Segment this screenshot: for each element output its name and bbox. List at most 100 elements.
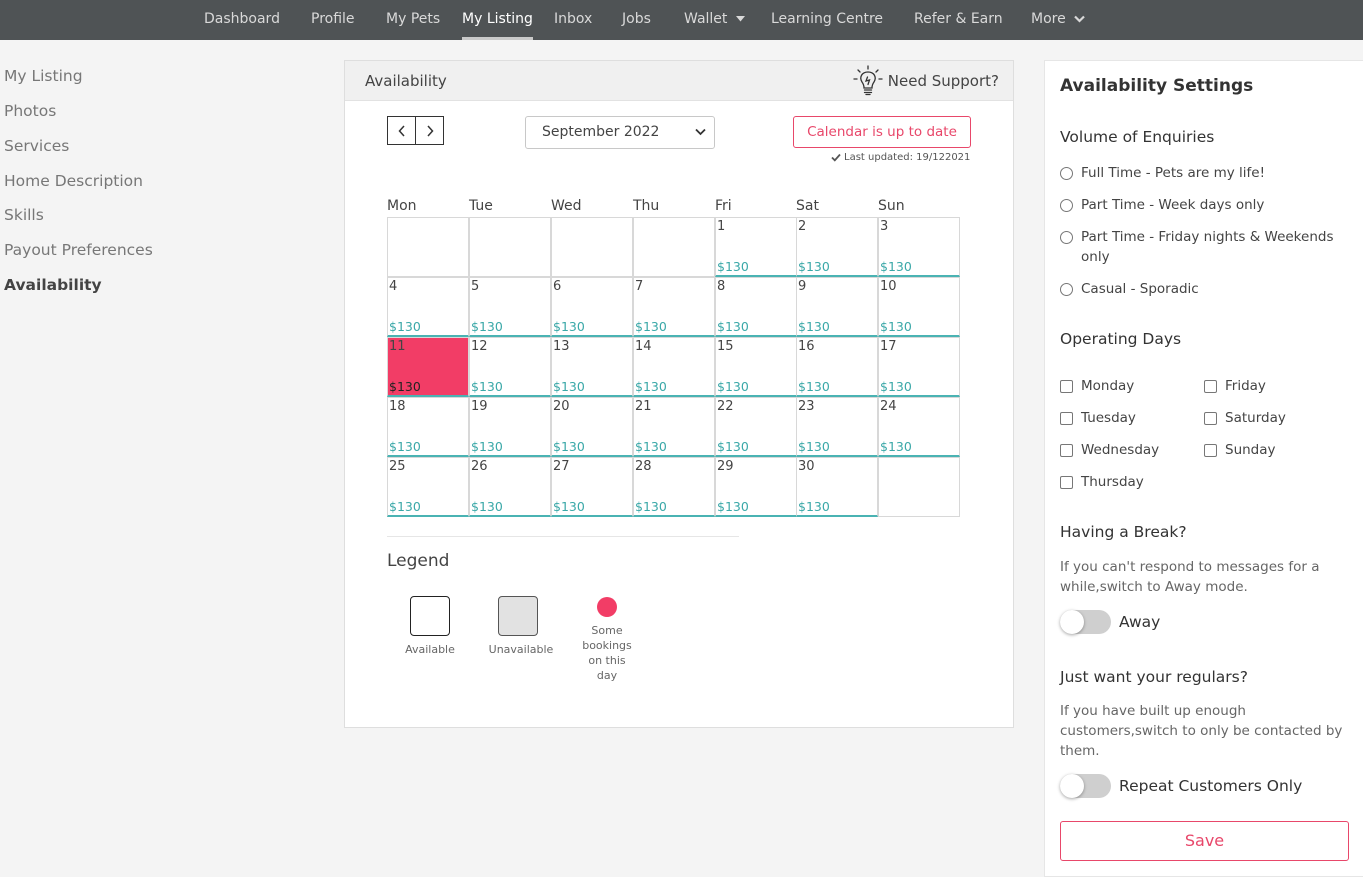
calendar-empty-cell bbox=[878, 457, 960, 517]
day-price: $130 bbox=[798, 319, 830, 334]
calendar-day-17[interactable]: 17 $130 bbox=[878, 337, 960, 397]
break-title: Having a Break? bbox=[1060, 523, 1187, 541]
volume-radio-part-time-weekdays[interactable]: Part Time - Week days only bbox=[1060, 197, 1264, 215]
day-price: $130 bbox=[553, 379, 585, 394]
save-button[interactable]: Save bbox=[1060, 821, 1349, 861]
calendar-day-14[interactable]: 14 $130 bbox=[633, 337, 715, 397]
calendar-day-3[interactable]: 3 $130 bbox=[878, 217, 960, 277]
day-checkbox-tuesday[interactable]: Tuesday bbox=[1060, 410, 1136, 426]
calendar-empty-cell bbox=[469, 217, 551, 277]
calendar-day-29[interactable]: 29 $130 bbox=[715, 457, 797, 517]
month-select-value: September 2022 bbox=[542, 124, 660, 140]
calendar-day-18[interactable]: 18 $130 bbox=[387, 397, 469, 457]
calendar-day-5[interactable]: 5 $130 bbox=[469, 277, 551, 337]
calendar-day-15[interactable]: 15 $130 bbox=[715, 337, 797, 397]
volume-radio-casual[interactable]: Casual - Sporadic bbox=[1060, 281, 1199, 299]
volume-radio-part-time-weekends[interactable]: Part Time - Friday nights & Weekends onl… bbox=[1060, 229, 1355, 267]
calendar-day-20[interactable]: 20 $130 bbox=[551, 397, 633, 457]
day-number: 22 bbox=[717, 399, 734, 414]
radio-button[interactable] bbox=[1060, 167, 1073, 180]
checkbox[interactable] bbox=[1060, 443, 1073, 457]
calendar-day-11[interactable]: 11 $130 bbox=[387, 337, 469, 397]
day-number: 9 bbox=[798, 279, 807, 294]
side-item-availability[interactable]: Availability bbox=[4, 276, 102, 294]
calendar-day-19[interactable]: 19 $130 bbox=[469, 397, 551, 457]
calendar-day-24[interactable]: 24 $130 bbox=[878, 397, 960, 457]
calendar-day-8[interactable]: 8 $130 bbox=[715, 277, 797, 337]
day-number: 13 bbox=[553, 339, 570, 354]
day-price: $130 bbox=[717, 379, 749, 394]
calendar-day-10[interactable]: 10 $130 bbox=[878, 277, 960, 337]
nav-inbox[interactable]: Inbox bbox=[554, 11, 592, 27]
side-item-photos[interactable]: Photos bbox=[4, 102, 56, 120]
checkbox[interactable] bbox=[1204, 379, 1217, 393]
day-checkbox-wednesday[interactable]: Wednesday bbox=[1060, 442, 1159, 458]
nav-my-pets[interactable]: My Pets bbox=[386, 11, 440, 27]
calendar-day-23[interactable]: 23 $130 bbox=[796, 397, 878, 457]
side-item-my-listing[interactable]: My Listing bbox=[4, 67, 83, 85]
calendar-day-22[interactable]: 22 $130 bbox=[715, 397, 797, 457]
radio-label: Part Time - Week days only bbox=[1081, 197, 1265, 213]
day-number: 19 bbox=[471, 399, 488, 414]
nav-refer-earn[interactable]: Refer & Earn bbox=[914, 11, 1003, 27]
nav-more[interactable]: More bbox=[1031, 11, 1085, 27]
calendar-day-9[interactable]: 9 $130 bbox=[796, 277, 878, 337]
calendar-day-16[interactable]: 16 $130 bbox=[796, 337, 878, 397]
away-toggle[interactable] bbox=[1060, 610, 1111, 634]
day-number: 24 bbox=[880, 399, 897, 414]
calendar-day-6[interactable]: 6 $130 bbox=[551, 277, 633, 337]
radio-button[interactable] bbox=[1060, 231, 1073, 244]
calendar-up-to-date-button[interactable]: Calendar is up to date bbox=[793, 116, 971, 148]
need-support-link[interactable]: Need Support? bbox=[852, 65, 999, 97]
calendar-day-2[interactable]: 2 $130 bbox=[796, 217, 878, 277]
side-item-services[interactable]: Services bbox=[4, 137, 69, 155]
side-item-skills[interactable]: Skills bbox=[4, 206, 44, 224]
day-checkbox-saturday[interactable]: Saturday bbox=[1204, 410, 1286, 426]
checkbox[interactable] bbox=[1204, 411, 1217, 425]
day-checkbox-sunday[interactable]: Sunday bbox=[1204, 442, 1276, 458]
calendar-day-28[interactable]: 28 $130 bbox=[633, 457, 715, 517]
day-price: $130 bbox=[471, 499, 503, 514]
side-item-home-description[interactable]: Home Description bbox=[4, 172, 143, 190]
lightbulb-icon bbox=[853, 65, 883, 96]
day-price: $130 bbox=[880, 379, 912, 394]
radio-button[interactable] bbox=[1060, 283, 1073, 296]
day-price: $130 bbox=[717, 439, 749, 454]
calendar-day-4[interactable]: 4 $130 bbox=[387, 277, 469, 337]
nav-wallet[interactable]: Wallet bbox=[684, 11, 745, 27]
checkbox[interactable] bbox=[1060, 379, 1073, 393]
repeat-customers-toggle[interactable] bbox=[1060, 774, 1111, 798]
month-select[interactable]: September 2022 bbox=[525, 116, 715, 149]
nav-jobs[interactable]: Jobs bbox=[622, 11, 651, 27]
calendar-day-7[interactable]: 7 $130 bbox=[633, 277, 715, 337]
chevron-down-icon bbox=[695, 128, 706, 136]
checkbox[interactable] bbox=[1204, 443, 1217, 457]
day-checkbox-monday[interactable]: Monday bbox=[1060, 378, 1134, 394]
side-item-payout-preferences[interactable]: Payout Preferences bbox=[4, 241, 153, 259]
day-number: 1 bbox=[717, 219, 726, 234]
day-number: 7 bbox=[635, 279, 644, 294]
day-number: 18 bbox=[389, 399, 406, 414]
next-month-button[interactable] bbox=[415, 116, 444, 145]
legend-title: Legend bbox=[387, 551, 450, 571]
volume-radio-full-time[interactable]: Full Time - Pets are my life! bbox=[1060, 165, 1265, 183]
calendar-day-21[interactable]: 21 $130 bbox=[633, 397, 715, 457]
checkbox[interactable] bbox=[1060, 475, 1073, 489]
weekday-header-tue: Tue bbox=[469, 198, 493, 214]
nav-profile[interactable]: Profile bbox=[311, 11, 355, 27]
day-checkbox-friday[interactable]: Friday bbox=[1204, 378, 1266, 394]
prev-month-button[interactable] bbox=[387, 116, 416, 145]
day-checkbox-thursday[interactable]: Thursday bbox=[1060, 474, 1144, 490]
calendar-day-26[interactable]: 26 $130 bbox=[469, 457, 551, 517]
calendar-day-30[interactable]: 30 $130 bbox=[796, 457, 878, 517]
checkbox[interactable] bbox=[1060, 411, 1073, 425]
radio-button[interactable] bbox=[1060, 199, 1073, 212]
calendar-day-1[interactable]: 1 $130 bbox=[715, 217, 797, 277]
calendar-day-12[interactable]: 12 $130 bbox=[469, 337, 551, 397]
nav-learning-centre[interactable]: Learning Centre bbox=[771, 11, 883, 27]
nav-my-listing[interactable]: My Listing bbox=[462, 11, 533, 40]
calendar-day-25[interactable]: 25 $130 bbox=[387, 457, 469, 517]
calendar-day-27[interactable]: 27 $130 bbox=[551, 457, 633, 517]
calendar-day-13[interactable]: 13 $130 bbox=[551, 337, 633, 397]
nav-dashboard[interactable]: Dashboard bbox=[204, 11, 280, 27]
